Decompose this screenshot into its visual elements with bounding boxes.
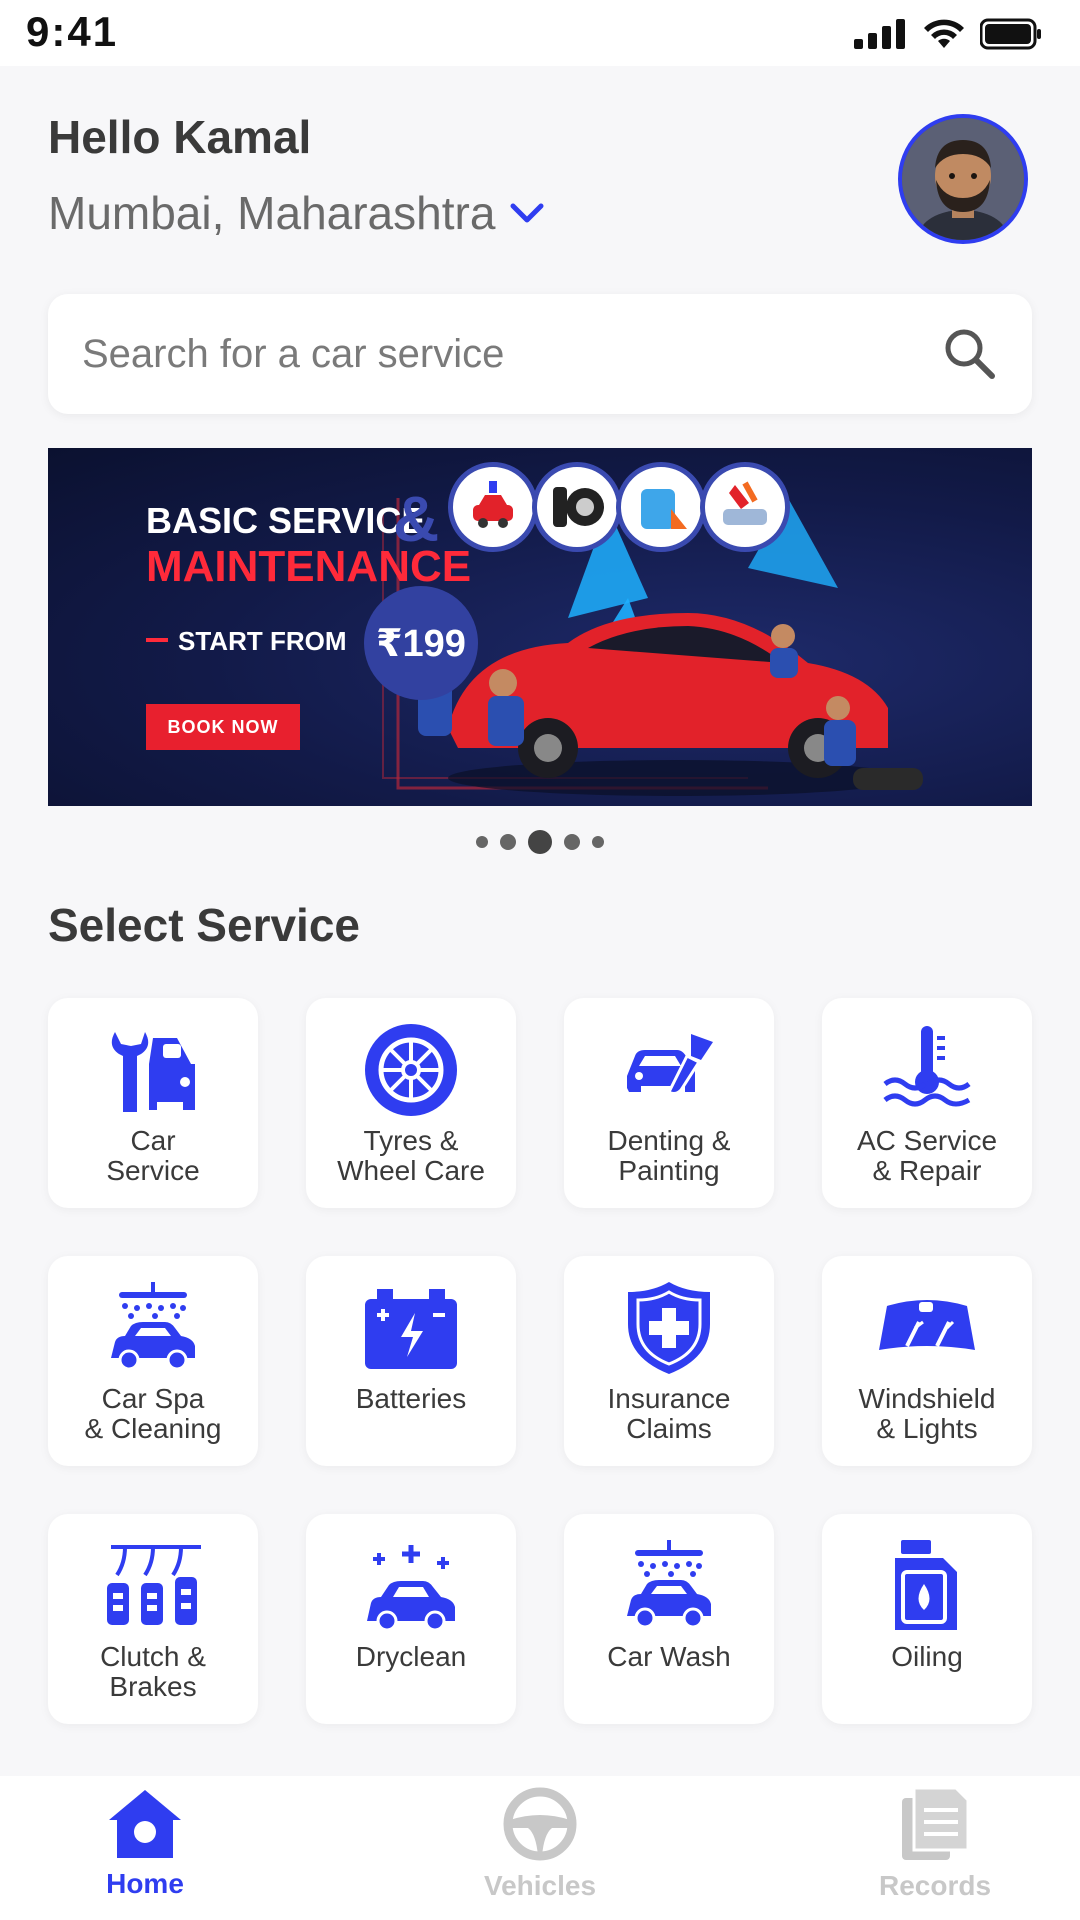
service-label: Insurance Claims <box>607 1383 731 1444</box>
service-denting[interactable]: Denting & Painting <box>564 998 774 1208</box>
wifi-icon <box>924 19 964 48</box>
banner-start-label: START FROM <box>178 626 347 656</box>
service-insurance[interactable]: Insurance Claims <box>564 1256 774 1466</box>
carousel-dot[interactable] <box>500 834 516 850</box>
service-label: Oiling <box>891 1641 963 1672</box>
battery-icon <box>365 1289 457 1369</box>
steering-wheel-icon <box>503 1787 577 1861</box>
service-batteries[interactable]: Batteries <box>306 1256 516 1466</box>
carousel-dot-active[interactable] <box>528 830 552 854</box>
carousel-dot[interactable] <box>592 836 604 848</box>
service-label: Windshield & Lights <box>858 1383 996 1444</box>
service-car-wash[interactable]: Car Wash <box>564 1514 774 1724</box>
carousel-dot[interactable] <box>564 834 580 850</box>
windshield-icon <box>879 1300 975 1350</box>
paint-icon <box>700 462 790 552</box>
banner-title: BASIC SERVICE <box>146 500 426 541</box>
service-label: Dryclean <box>355 1641 467 1672</box>
service-label: Batteries <box>355 1383 467 1414</box>
service-ac[interactable]: AC Service & Repair <box>822 998 1032 1208</box>
document-icon <box>902 1786 970 1860</box>
nav-vehicles[interactable]: Vehicles <box>440 1786 640 1902</box>
greeting-text: Hello Kamal <box>48 111 312 163</box>
banner-price-badge: ₹199 <box>364 586 478 700</box>
search-bar[interactable] <box>48 294 1032 414</box>
nav-home[interactable]: Home <box>45 1786 245 1900</box>
wheel-icon <box>365 1024 457 1116</box>
bottom-nav: Home Vehicles Records <box>0 1776 1080 1920</box>
service-dryclean[interactable]: Dryclean <box>306 1514 516 1724</box>
home-screen: 9:41 Hello Kamal Mumbai, Maharashtra Sea… <box>0 0 1080 1920</box>
service-label: Car Spa & Cleaning <box>84 1383 222 1444</box>
signal-icon <box>854 19 905 49</box>
service-grid: Car Service Tyres & Wheel Care Denting &… <box>48 998 1032 1724</box>
section-title: Select Service <box>48 899 361 951</box>
service-car-service[interactable]: Car Service <box>48 998 258 1208</box>
banner-subtitle: MAINTENANCE <box>146 542 472 591</box>
service-label: Denting & Painting <box>607 1125 731 1186</box>
shield-plus-icon <box>628 1282 710 1374</box>
paint-brush-car-icon <box>627 1034 713 1096</box>
nav-label: Vehicles <box>483 1870 597 1901</box>
sparkle-car-icon <box>367 1545 455 1631</box>
banner-price: ₹199 <box>376 622 466 665</box>
avatar-icon <box>902 118 1024 240</box>
carousel-dot[interactable] <box>476 836 488 848</box>
tyre-icon <box>532 462 622 552</box>
service-clutch[interactable]: Clutch & Brakes <box>48 1514 258 1724</box>
nav-label: Records <box>878 1870 992 1901</box>
status-bar: 9:41 <box>0 0 1080 66</box>
service-label: Car Wash <box>607 1641 731 1672</box>
book-now-button[interactable]: BOOK NOW <box>146 704 300 750</box>
pedals-icon <box>107 1545 201 1625</box>
service-tyres[interactable]: Tyres & Wheel Care <box>306 998 516 1208</box>
promo-banner[interactable]: BASIC SERVICE & MAINTENANCE START FROM ₹… <box>48 448 1032 806</box>
car-spa-icon <box>111 1282 195 1371</box>
service-car-spa[interactable]: Car Spa & Cleaning <box>48 1256 258 1466</box>
chevron-down-icon <box>510 203 544 223</box>
coolant-icon <box>616 462 706 552</box>
car-service-icon <box>111 1032 195 1112</box>
status-icons <box>854 14 1042 54</box>
service-oiling[interactable]: Oiling <box>822 1514 1032 1724</box>
service-label: AC Service & Repair <box>856 1125 998 1186</box>
battery-status-icon <box>980 18 1041 50</box>
location-selector[interactable]: Mumbai, Maharashtra <box>48 186 545 240</box>
nav-records[interactable]: Records <box>835 1786 1035 1902</box>
search-input[interactable] <box>82 324 902 384</box>
nav-label: Home <box>106 1868 184 1899</box>
status-time: 9:41 <box>26 8 119 55</box>
car-wash-icon <box>627 1540 711 1629</box>
banner-dash <box>146 638 168 642</box>
avatar[interactable] <box>898 114 1028 244</box>
search-icon[interactable] <box>940 324 998 382</box>
thermometer-icon <box>883 1026 971 1107</box>
oil-can-icon <box>895 1540 957 1630</box>
service-label: Tyres & Wheel Care <box>337 1125 485 1186</box>
home-icon <box>109 1790 181 1858</box>
carousel-indicator <box>0 830 1080 854</box>
service-label: Car Service <box>106 1125 200 1186</box>
location-text: Mumbai, Maharashtra <box>48 187 496 239</box>
service-label: Clutch & Brakes <box>100 1641 206 1702</box>
car-lift-icon <box>448 462 538 552</box>
service-windshield[interactable]: Windshield & Lights <box>822 1256 1032 1466</box>
